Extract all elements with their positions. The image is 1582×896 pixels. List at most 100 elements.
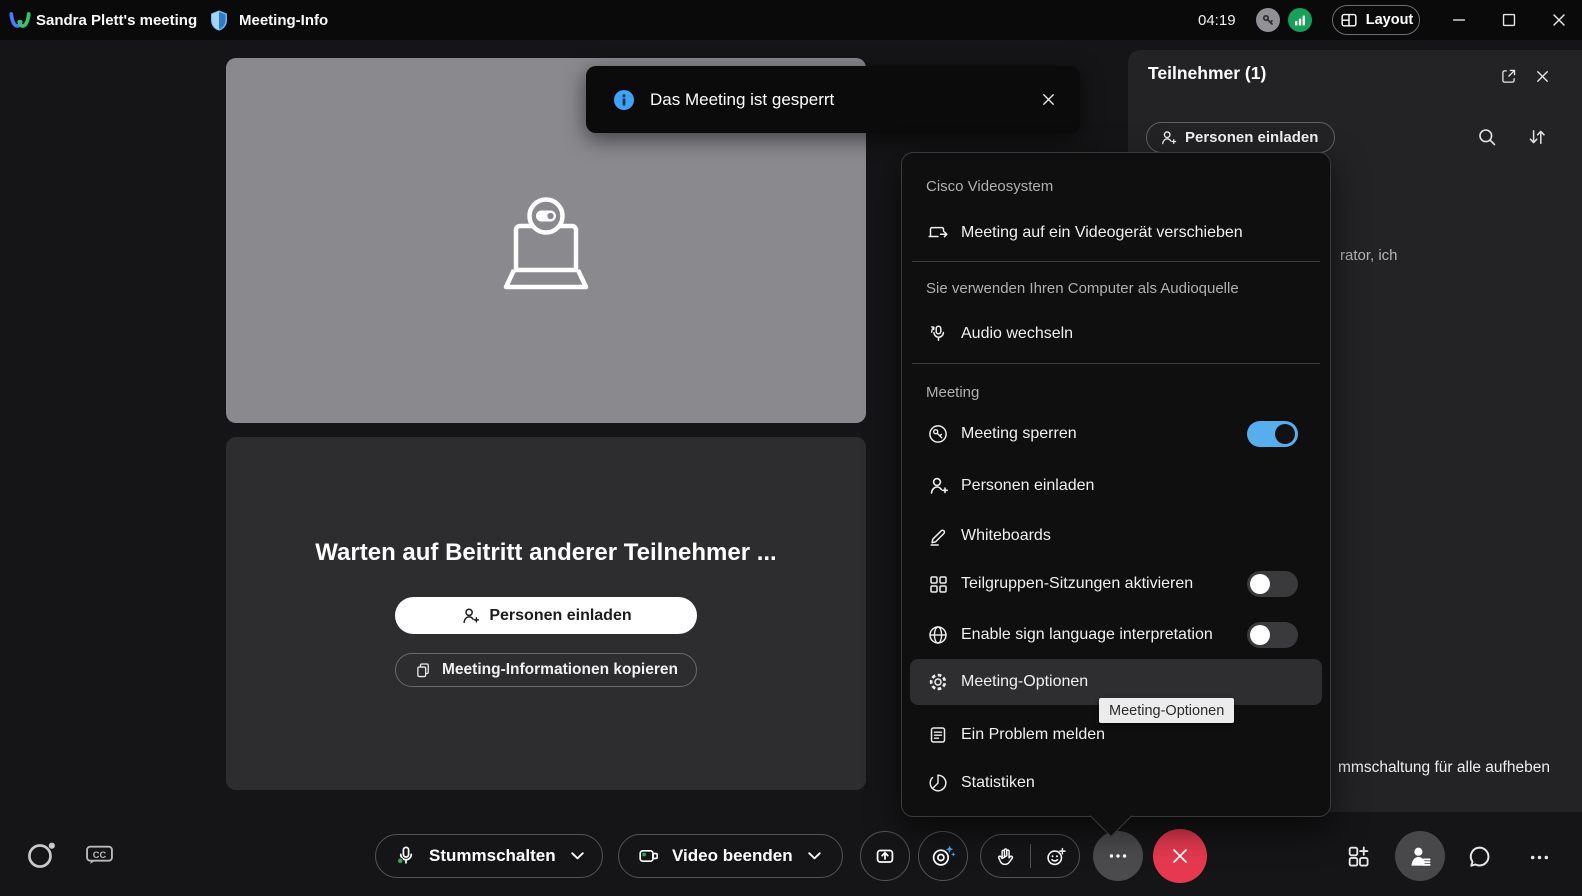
audio-switch-icon [927,323,949,345]
participants-sort-button[interactable] [1526,126,1548,148]
chevron-down-icon[interactable] [808,852,821,860]
toolbar-divider [1030,844,1031,868]
more-panels-button[interactable] [1527,845,1552,870]
titlebar: Sandra Plett's meeting Meeting-Info 04:1… [0,0,1582,40]
svg-text:CC: CC [93,850,107,860]
participants-icon [1407,843,1434,870]
leave-meeting-button[interactable] [1153,829,1207,883]
record-button[interactable] [918,831,968,881]
meeting-info-label: Meeting-Info [239,12,328,29]
pen-icon [927,525,949,547]
panel-close-button[interactable] [1530,64,1554,88]
smile-plus-icon [1044,845,1067,868]
raise-hand-button[interactable] [994,845,1017,868]
circle-dot-icon [26,839,57,870]
reactions-button[interactable] [1044,845,1067,868]
person-plus-icon [460,606,480,626]
person-plus-icon [1159,129,1177,147]
toast-close-button[interactable] [1034,86,1062,114]
camera-placeholder-icon [486,186,606,296]
participants-button[interactable] [1395,831,1445,881]
menu-section-audio-source: Sie verwenden Ihren Computer als Audioqu… [926,274,1306,302]
menu-item-breakout-sessions[interactable]: Teilgruppen-Sitzungen aktivieren [902,562,1330,606]
person-plus-icon [927,475,949,497]
unmute-all-button-fragment[interactable]: mmschaltung für alle aufheben [1338,759,1550,777]
chevron-down-icon[interactable] [571,852,584,860]
meeting-locked-indicator[interactable] [1256,8,1280,32]
signal-bars-icon [1291,11,1309,29]
stop-video-button[interactable]: Video beenden [618,834,843,878]
self-view-circle-button[interactable] [26,839,57,870]
globe-icon [927,624,949,646]
panel-invite-button[interactable]: Personen einladen [1146,122,1335,153]
reactions-group [980,834,1080,878]
apps-plus-icon [1345,843,1372,870]
copy-meeting-info-label: Meeting-Informationen kopieren [442,661,678,679]
chat-button[interactable] [1466,843,1493,870]
meeting-info-button[interactable]: Meeting-Info [208,0,328,40]
participant-row-fragment[interactable]: rator, ich [1340,247,1398,264]
waiting-card: Warten auf Beitritt anderer Teilnehmer .… [226,437,866,790]
layout-label: Layout [1366,12,1414,28]
minimize-button[interactable] [1436,0,1482,40]
menu-divider [912,261,1320,262]
key-icon [1259,11,1277,29]
layout-button[interactable]: Layout [1332,5,1420,35]
panel-invite-label: Personen einladen [1185,129,1318,146]
video-device-icon [927,222,949,244]
lock-key-icon [927,423,949,445]
participants-search-button[interactable] [1476,126,1498,148]
apps-button[interactable] [1345,843,1372,870]
menu-section-videosystem: Cisco Videosystem [926,172,1306,200]
invite-people-button[interactable]: Personen einladen [395,597,697,634]
cc-icon: CC [85,843,114,866]
maximize-icon [1499,10,1519,30]
lock-meeting-toggle[interactable] [1247,421,1298,447]
close-icon [1039,90,1058,109]
breakout-toggle[interactable] [1247,571,1298,597]
popout-icon [1499,67,1518,86]
menu-section-meeting: Meeting [926,378,1306,406]
menu-item-switch-audio[interactable]: Audio wechseln [902,312,1330,356]
panel-popout-button[interactable] [1496,64,1520,88]
sign-language-toggle[interactable] [1247,622,1298,648]
ellipsis-icon [1527,845,1552,870]
menu-item-whiteboards[interactable]: Whiteboards [902,514,1330,558]
close-icon [1549,10,1569,30]
menu-item-invite-people[interactable]: Personen einladen [902,464,1330,508]
copy-icon [414,661,433,680]
maximize-button[interactable] [1486,0,1532,40]
closed-captions-button[interactable]: CC [85,843,114,866]
search-icon [1476,126,1498,148]
connection-quality-indicator[interactable] [1288,8,1312,32]
microphone-icon [394,844,418,868]
mute-button[interactable]: Stummschalten [375,834,603,878]
menu-item-lock-meeting[interactable]: Meeting sperren [902,412,1330,456]
ellipsis-icon [1106,844,1130,868]
breakout-grid-icon [927,573,949,595]
meeting-timer: 04:19 [1198,0,1236,40]
info-icon [612,88,636,112]
menu-item-move-meeting[interactable]: Meeting auf ein Videogerät verschieben [902,211,1330,255]
chat-bubble-icon [1466,843,1493,870]
statistics-icon [927,772,949,794]
meeting-locked-toast: Das Meeting ist gesperrt [586,66,1080,133]
share-screen-button[interactable] [860,831,910,881]
close-icon [1168,844,1192,868]
more-options-button[interactable] [1093,831,1143,881]
report-document-icon [927,724,949,746]
sort-icon [1526,126,1548,148]
meeting-title: Sandra Plett's meeting [36,0,197,40]
close-window-button[interactable] [1536,0,1582,40]
layout-grid-icon [1339,10,1359,30]
shield-icon [208,9,230,31]
minimize-icon [1449,10,1469,30]
share-icon [873,844,897,868]
waiting-text: Warten auf Beitritt anderer Teilnehmer .… [226,539,866,567]
copy-meeting-info-button[interactable]: Meeting-Informationen kopieren [395,653,697,687]
record-sparkle-icon [931,844,956,869]
menu-item-statistics[interactable]: Statistiken [902,761,1330,805]
menu-item-sign-language[interactable]: Enable sign language interpretation [902,613,1330,657]
toast-message: Das Meeting ist gesperrt [650,90,834,110]
menu-divider [912,363,1320,364]
